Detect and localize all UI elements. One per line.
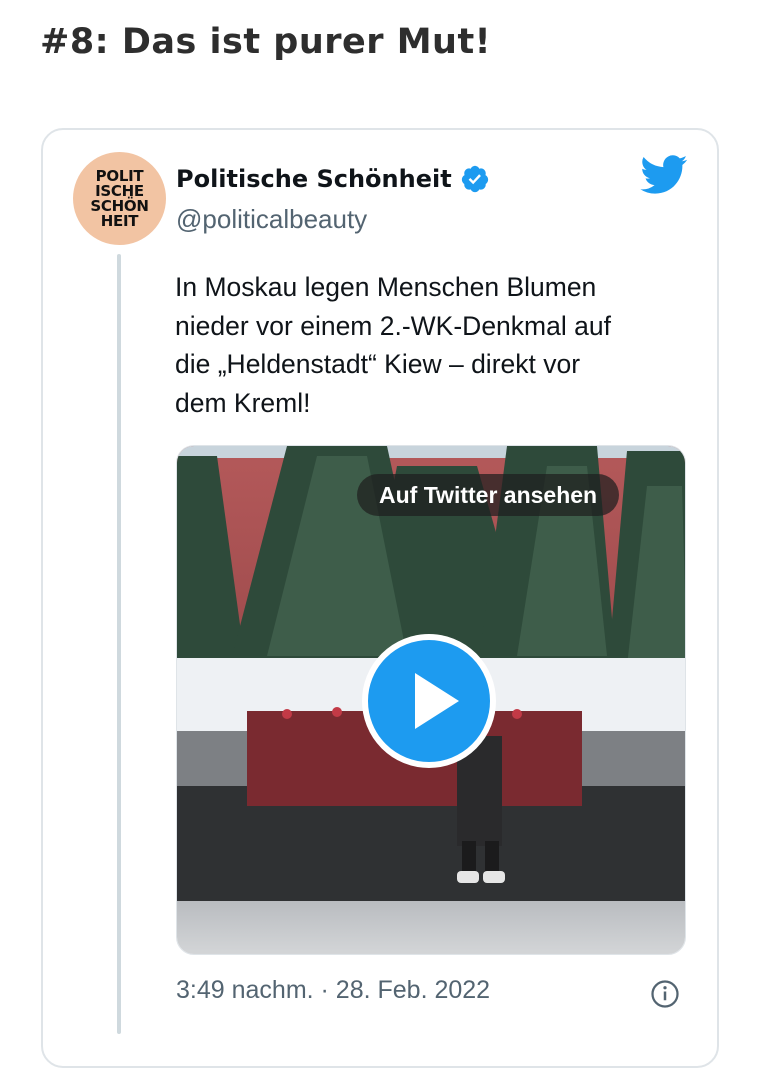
user-handle[interactable]: @politicalbeauty [176,204,367,235]
verified-badge-icon [461,165,488,193]
watch-on-twitter-button[interactable]: Auf Twitter ansehen [357,474,620,516]
info-icon[interactable] [650,979,680,1009]
tweet-timestamp[interactable]: 3:49 nachm. · 28. Feb. 2022 [176,976,490,1005]
article-heading: #8: Das ist purer Mut! [40,22,492,62]
avatar-logo-text: POLIT ISCHE SCHÖN HEIT [90,166,149,230]
play-icon[interactable] [361,633,497,769]
avatar[interactable]: POLIT ISCHE SCHÖN HEIT [73,152,166,245]
thread-line [117,254,121,1034]
twitter-bird-icon[interactable] [640,155,688,195]
author-name-row[interactable]: Politische Schönheit [176,164,490,194]
display-name[interactable]: Politische Schönheit [176,165,452,193]
tweet-text: In Moskau legen Menschen Blumen nieder v… [175,272,611,418]
